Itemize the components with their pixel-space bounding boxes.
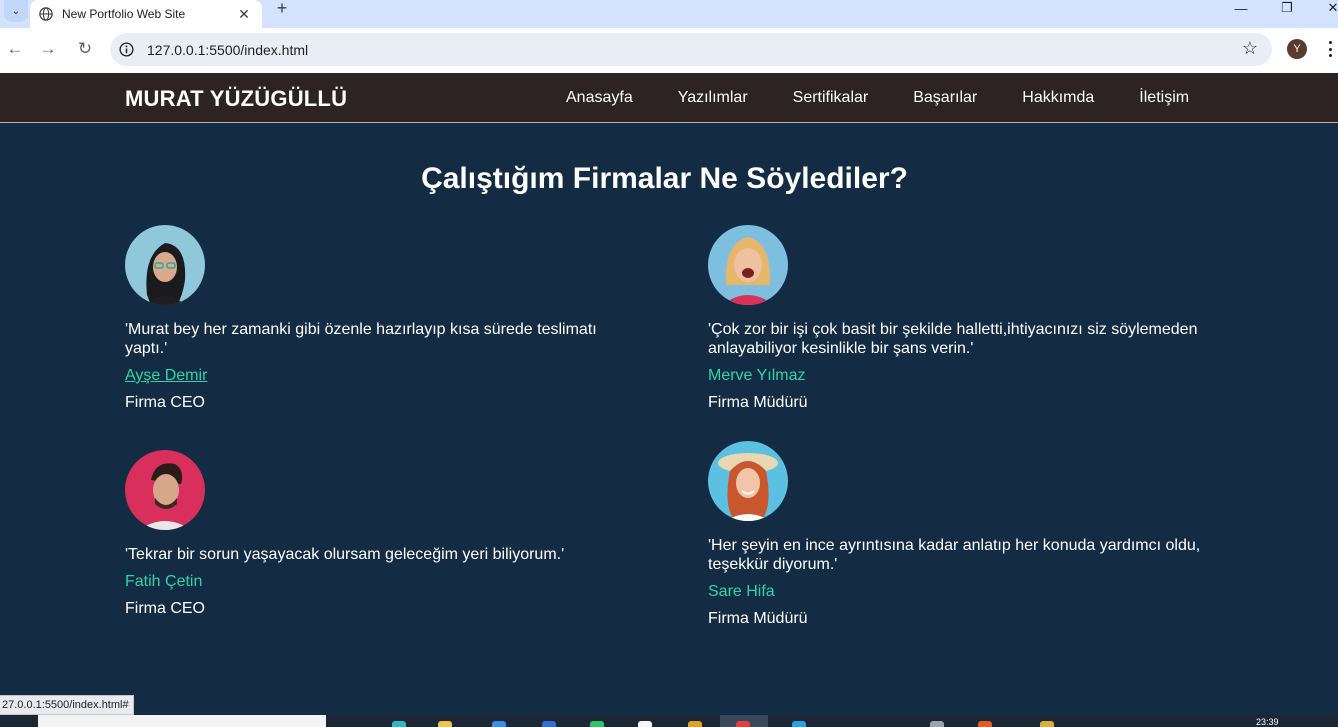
close-icon[interactable]: ✕ [236, 6, 252, 22]
nav-link-hakkimda[interactable]: Hakkımda [1022, 89, 1094, 107]
url-text: 127.0.0.1:5500/index.html [147, 42, 309, 58]
site-brand[interactable]: MURAT YÜZÜGÜLLÜ [125, 86, 347, 112]
back-arrow-icon[interactable]: ← [0, 34, 30, 64]
reload-icon[interactable]: ↻ [70, 34, 100, 64]
taskbar-app-icon[interactable] [930, 721, 944, 727]
browser-tab[interactable]: New Portfolio Web Site ✕ [30, 0, 262, 28]
testimonial-quote: 'Çok zor bir işi çok basit bir şekilde h… [708, 321, 1198, 357]
forward-arrow-icon[interactable]: → [33, 34, 63, 64]
globe-icon [39, 7, 53, 21]
testimonial-card: 'Her şeyin en ince ayrıntısına kadar anl… [708, 441, 1208, 628]
testimonial-quote: 'Tekrar bir sorun yaşayacak olursam gele… [125, 546, 565, 563]
testimonial-role: Firma Müdürü [708, 610, 808, 627]
menu-dots-icon[interactable] [1326, 38, 1334, 60]
restore-icon[interactable]: ❐ [1264, 0, 1310, 16]
minimize-icon[interactable]: — [1218, 0, 1264, 16]
testimonial-role: Firma CEO [125, 600, 205, 617]
avatar [708, 225, 788, 305]
info-icon[interactable] [119, 42, 134, 57]
testimonial-quote: 'Her şeyin en ince ayrıntısına kadar anl… [708, 537, 1201, 573]
plus-icon[interactable]: + [272, 0, 292, 18]
avatar [125, 450, 205, 530]
testimonial-card: 'Çok zor bir işi çok basit bir şekilde h… [708, 225, 1208, 412]
testimonial-card: 'Tekrar bir sorun yaşayacak olursam gele… [125, 450, 625, 618]
status-bar-url: 27.0.0.1:5500/index.html# [0, 695, 134, 715]
chrome-icon[interactable] [736, 721, 750, 727]
nav-link-sertifikalar[interactable]: Sertifikalar [793, 89, 869, 107]
nav-link-anasayfa[interactable]: Anasayfa [566, 89, 633, 107]
nav-link-yazilimlar[interactable]: Yazılımlar [678, 89, 748, 107]
testimonial-name-link[interactable]: Fatih Çetin [125, 573, 202, 591]
avatar [708, 441, 788, 521]
profile-avatar[interactable]: Y [1287, 39, 1307, 59]
taskbar-app-icon[interactable] [638, 721, 652, 727]
taskbar-app-icon[interactable] [792, 721, 806, 727]
nav-link-basarilar[interactable]: Başarılar [913, 89, 977, 107]
address-bar[interactable]: 127.0.0.1:5500/index.html ☆ [110, 33, 1272, 66]
testimonial-card: 'Murat bey her zamanki gibi özenle hazır… [125, 225, 625, 412]
taskbar-search-box[interactable] [38, 715, 326, 727]
taskbar-app-icon[interactable] [590, 721, 604, 727]
testimonial-name-link[interactable]: Sare Hifa [708, 583, 775, 601]
taskbar-app-icon[interactable] [438, 721, 452, 727]
taskbar-app-icon[interactable] [392, 721, 406, 727]
tab-search-chevron-icon[interactable]: ⌄ [4, 0, 28, 22]
nav-links: Anasayfa Yazılımlar Sertifikalar Başarıl… [566, 89, 1234, 107]
browser-tab-strip: ⌄ New Portfolio Web Site ✕ + — ❐ ✕ [0, 0, 1338, 28]
tab-title: New Portfolio Web Site [62, 7, 186, 21]
testimonial-quote: 'Murat bey her zamanki gibi özenle hazır… [125, 321, 597, 357]
site-navbar: MURAT YÜZÜGÜLLÜ Anasayfa Yazılımlar Sert… [0, 73, 1338, 123]
browser-toolbar: ← → ↻ 127.0.0.1:5500/index.html ☆ Y [0, 28, 1338, 73]
taskbar-app-icon[interactable] [978, 721, 992, 727]
window-close-icon[interactable]: ✕ [1310, 0, 1338, 16]
section-heading: Çalıştığım Firmalar Ne Söylediler? [421, 162, 908, 195]
avatar [125, 225, 205, 305]
nav-link-iletisim[interactable]: İletişim [1139, 89, 1189, 107]
testimonials-section: Çalıştığım Firmalar Ne Söylediler? 'Mura… [0, 123, 1338, 695]
os-taskbar: 23:39 [0, 715, 1338, 727]
taskbar-app-icon[interactable] [492, 721, 506, 727]
taskbar-clock[interactable]: 23:39 [1256, 717, 1279, 727]
taskbar-app-icon[interactable] [542, 721, 556, 727]
testimonial-name-link[interactable]: Merve Yılmaz [708, 367, 806, 385]
taskbar-app-icon[interactable] [1040, 721, 1054, 727]
testimonial-name-link[interactable]: Ayşe Demir [125, 367, 207, 385]
star-icon[interactable]: ☆ [1242, 38, 1258, 59]
taskbar-app-icon[interactable] [688, 721, 702, 727]
testimonial-role: Firma CEO [125, 394, 205, 411]
testimonial-role: Firma Müdürü [708, 394, 808, 411]
